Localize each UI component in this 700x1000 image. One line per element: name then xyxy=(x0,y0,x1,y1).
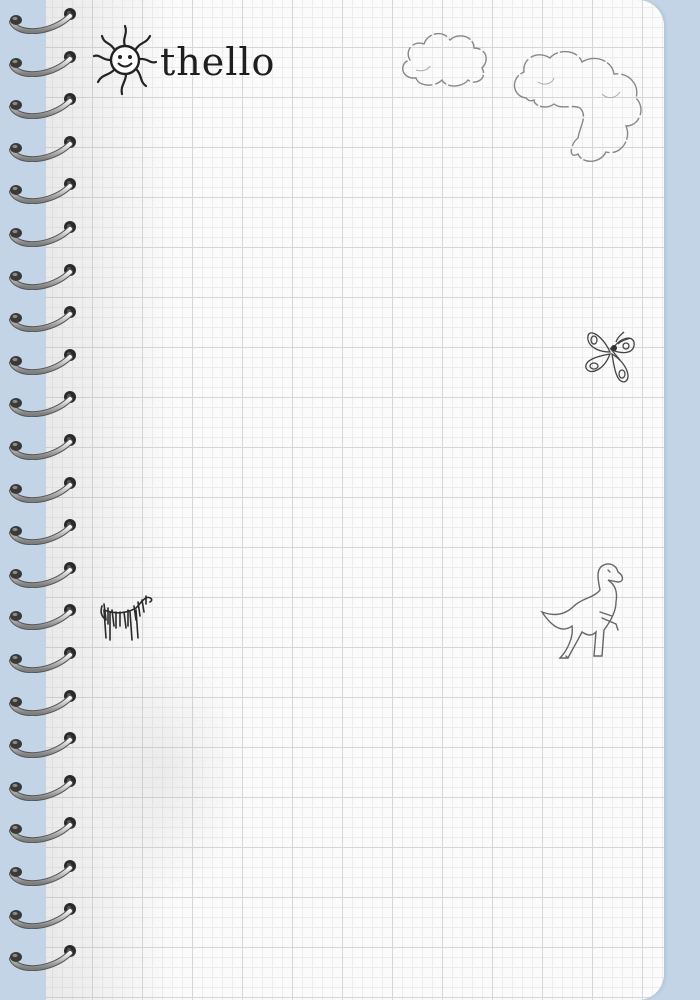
spiral-ring xyxy=(9,391,76,418)
spiral-ring xyxy=(9,476,76,503)
spiral-ring xyxy=(9,817,76,844)
notebook-app: thello xyxy=(0,0,700,1000)
page-smudge xyxy=(86,640,246,900)
spiral-ring xyxy=(9,561,76,588)
spiral-ring xyxy=(9,178,76,205)
spiral-ring xyxy=(9,774,76,801)
app-title: thello xyxy=(160,40,276,84)
spiral-ring xyxy=(9,860,76,886)
spiral-ring xyxy=(9,221,76,247)
spiral-ring xyxy=(9,348,76,375)
spiral-ring xyxy=(9,263,76,290)
spiral-ring xyxy=(9,689,76,716)
app-logo[interactable]: thello xyxy=(92,22,275,98)
spiral-ring xyxy=(9,647,76,673)
spiral-ring xyxy=(9,50,76,77)
spiral-ring xyxy=(9,135,76,162)
smiling-sun-icon xyxy=(92,24,158,96)
spiral-ring xyxy=(9,93,76,120)
spiral-ring xyxy=(9,306,76,333)
cloud-small-doodle xyxy=(402,33,487,87)
spiral-ring xyxy=(9,945,76,972)
spiral-binding xyxy=(0,0,90,1000)
spiral-ring xyxy=(9,8,76,34)
spiral-ring xyxy=(9,604,76,631)
spiral-ring xyxy=(9,902,76,929)
dinosaur-doodle xyxy=(540,563,624,659)
butterfly-doodle xyxy=(585,331,635,383)
spiral-ring xyxy=(9,732,76,759)
zebra-doodle xyxy=(100,595,153,641)
spiral-ring xyxy=(9,519,76,546)
spiral-ring xyxy=(9,434,76,460)
cloud-large-doodle xyxy=(513,51,642,162)
